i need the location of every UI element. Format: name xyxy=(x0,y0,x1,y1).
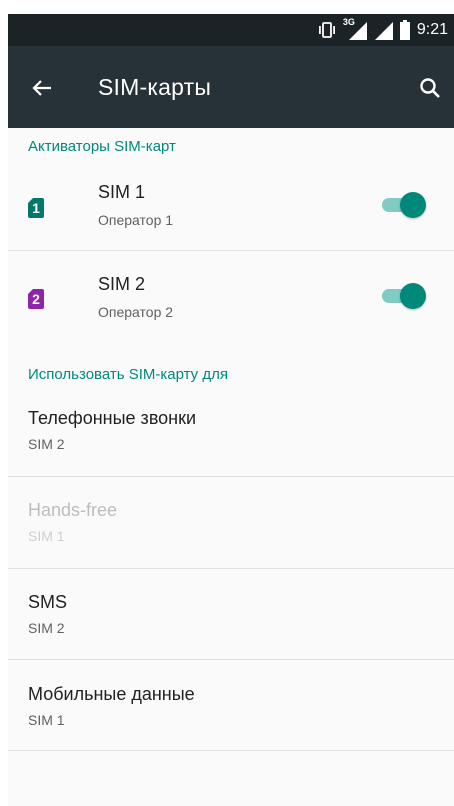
pref-sms[interactable]: SMS SIM 2 xyxy=(8,580,454,660)
section-header-usage: Использовать SIM-карту для xyxy=(28,366,228,383)
arrow-back-icon[interactable] xyxy=(22,68,62,108)
status-time: 9:21 xyxy=(416,21,448,38)
sim-settings-screen: 3G 9:21 SIM-карты Активаторы SIM-карт 1 … xyxy=(8,14,454,806)
sim-row-2[interactable]: 2 SIM 2 Оператор 2 xyxy=(8,264,454,344)
section-header-activators: Активаторы SIM-карт xyxy=(28,138,176,155)
status-bar: 3G 9:21 xyxy=(8,14,454,46)
search-icon[interactable] xyxy=(410,68,450,108)
sim1-name: SIM 1 xyxy=(98,182,146,202)
sim-row-1[interactable]: 1 SIM 1 Оператор 1 xyxy=(8,172,454,250)
divider xyxy=(8,750,454,751)
sim2-name: SIM 2 xyxy=(98,274,146,294)
pref-value: SIM 2 xyxy=(28,436,65,452)
signal-3g-icon: 3G xyxy=(342,17,367,40)
sim2-badge-number: 2 xyxy=(32,291,40,307)
divider xyxy=(8,250,454,251)
signal-icon xyxy=(373,20,393,40)
divider xyxy=(8,568,454,569)
battery-icon xyxy=(399,20,411,40)
toggle-thumb xyxy=(400,192,426,218)
toggle-thumb xyxy=(400,283,426,309)
pref-value: SIM 1 xyxy=(28,528,65,544)
sim2-toggle[interactable] xyxy=(380,282,426,310)
sim1-card-icon: 1 xyxy=(28,198,44,218)
sim2-operator: Оператор 2 xyxy=(98,304,174,320)
sim1-badge-number: 1 xyxy=(32,200,40,216)
pref-title: Телефонные звонки xyxy=(28,408,197,428)
network-type-label: 3G xyxy=(342,17,355,27)
pref-value: SIM 2 xyxy=(28,620,65,636)
status-icons: 3G 9:21 xyxy=(317,14,448,46)
page-title: SIM-карты xyxy=(98,74,212,100)
app-bar: SIM-карты xyxy=(8,46,454,128)
divider xyxy=(8,476,454,477)
pref-hands-free: Hands-free SIM 1 xyxy=(8,488,454,568)
pref-title: Мобильные данные xyxy=(28,684,195,704)
divider xyxy=(8,659,454,660)
vibrate-icon xyxy=(317,21,337,39)
pref-mobile-data[interactable]: Мобильные данные SIM 1 xyxy=(8,672,454,752)
pref-title: SMS xyxy=(28,592,68,612)
sim1-toggle[interactable] xyxy=(380,191,426,219)
sim1-operator: Оператор 1 xyxy=(98,212,174,228)
sim2-card-icon: 2 xyxy=(28,289,44,309)
pref-title: Hands-free xyxy=(28,500,118,520)
pref-phone-calls[interactable]: Телефонные звонки SIM 2 xyxy=(8,396,454,476)
pref-value: SIM 1 xyxy=(28,712,65,728)
